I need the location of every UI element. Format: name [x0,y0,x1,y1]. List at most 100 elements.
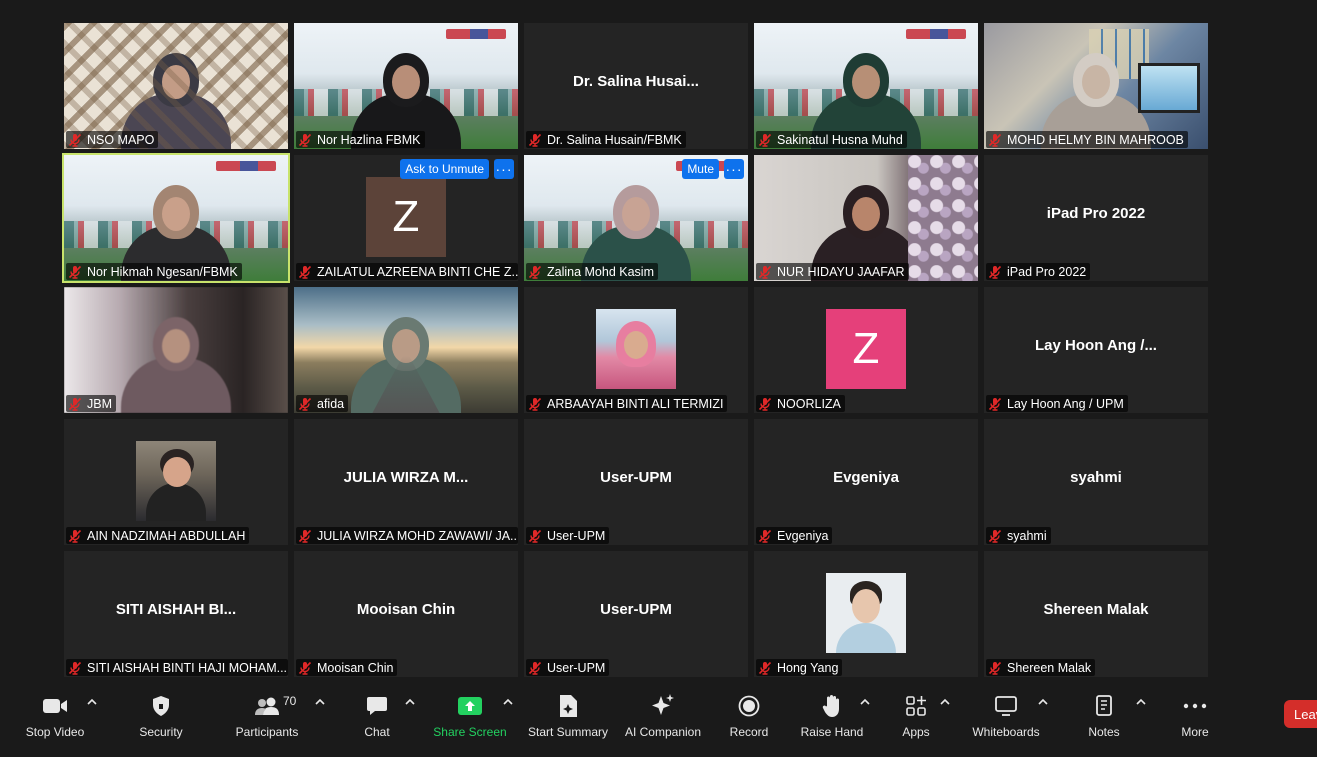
participant-tile[interactable]: Hong Yang [754,551,978,677]
participant-tile[interactable]: Nor Hazlina FBMK [294,23,518,149]
ask-to-unmute-button[interactable]: Ask to Unmute [400,159,489,179]
participant-name-label: Mooisan Chin [296,659,398,676]
chat-button[interactable]: Chat [352,683,402,743]
mic-muted-icon [758,265,772,279]
participants-button[interactable]: Participants [232,683,302,743]
participants-label: Participants [235,725,299,739]
participant-tile[interactable]: iPad Pro 2022 iPad Pro 2022 [984,155,1208,281]
apps-options-chevron-icon[interactable] [939,697,951,707]
participant-name-label: Hong Yang [756,659,843,676]
whiteboards-button[interactable]: Whiteboards [968,683,1044,743]
participant-tile[interactable]: afida [294,287,518,413]
participant-figure [351,317,461,413]
video-options-chevron-icon[interactable] [86,697,98,707]
participant-tile[interactable]: Evgeniya Evgeniya [754,419,978,545]
participant-name-label: syahmi [986,527,1051,544]
hand-icon [822,691,842,721]
participant-name-label: ZAILATUL AZREENA BINTI CHE Z... [296,263,518,280]
participant-tile[interactable]: Mooisan Chin Mooisan Chin [294,551,518,677]
mic-muted-icon [528,661,542,675]
participant-name-label: AIN NADZIMAH ABDULLAH [66,527,250,544]
participant-tile[interactable]: Mute ··· Zalina Mohd Kasim [524,155,748,281]
tile-more-options-button[interactable]: ··· [494,159,514,179]
participant-tile[interactable]: JBM [64,287,288,413]
share-screen-button[interactable]: Share Screen [432,683,508,743]
participant-tile[interactable]: ARBAAYAH BINTI ALI TERMIZI [524,287,748,413]
participant-name: NSO MAPO [87,132,155,147]
mic-muted-icon [68,133,82,147]
mic-muted-icon [528,265,542,279]
mic-muted-icon [988,397,1002,411]
share-options-chevron-icon[interactable] [502,697,514,707]
participant-tile[interactable]: Z Ask to Unmute ··· ZAILATUL AZREENA BINTI … [294,155,518,281]
mic-muted-icon [758,397,772,411]
profile-photo [826,573,906,653]
record-button[interactable]: Record [724,683,774,743]
participant-tile[interactable]: NSO MAPO [64,23,288,149]
participant-tile[interactable]: NUR HIDAYU JAAFAR [754,155,978,281]
mic-muted-icon [298,133,312,147]
participant-display-name: User-UPM [600,601,672,618]
chat-options-chevron-icon[interactable] [404,697,416,707]
avatar: Z [366,177,446,257]
start-summary-button[interactable]: Start Summary [526,683,610,743]
security-button[interactable]: Security [131,683,191,743]
participant-name: User-UPM [547,660,606,675]
participant-tile[interactable]: Nor Hikmah Ngesan/FBMK [62,153,290,283]
participant-name: Lay Hoon Ang / UPM [1007,396,1124,411]
ai-companion-label: AI Companion [624,725,702,739]
participant-display-name: SITI AISHAH BI... [115,601,237,618]
mic-muted-icon [758,661,772,675]
participant-display-name: Dr. Salina Husai... [573,73,699,90]
participant-tile[interactable]: Dr. Salina Husai... Dr. Salina Husain/FBM… [524,23,748,149]
participant-name-label: Nor Hazlina FBMK [296,131,425,148]
participant-tile[interactable]: User-UPM User-UPM [524,551,748,677]
participant-name-label: JBM [66,395,116,412]
tile-more-options-button[interactable]: ··· [724,159,744,179]
raise-hand-button[interactable]: Raise Hand [800,683,864,743]
summary-document-icon [558,691,578,721]
mic-muted-icon [758,529,772,543]
participant-tile[interactable]: Shereen Malak Shereen Malak [984,551,1208,677]
apps-label: Apps [902,725,930,739]
participant-tile[interactable]: Z NOORLIZA [754,287,978,413]
participant-tile[interactable]: Sakinatul Husna Muhd [754,23,978,149]
participant-name-label: NUR HIDAYU JAAFAR [756,263,909,280]
notes-options-chevron-icon[interactable] [1135,697,1147,707]
participant-tile[interactable]: User-UPM User-UPM [524,419,748,545]
participant-tile[interactable]: SITI AISHAH BI... SITI AISHAH BINTI HAJI … [64,551,288,677]
participant-tile[interactable]: Lay Hoon Ang /... Lay Hoon Ang / UPM [984,287,1208,413]
apps-button[interactable]: Apps [896,683,936,743]
ai-companion-button[interactable]: AI Companion [622,683,704,743]
more-dots-icon [1183,691,1207,721]
participant-tile[interactable]: JULIA WIRZA M... JULIA WIRZA MOHD ZAWAWI/… [294,419,518,545]
stop-video-button[interactable]: Stop Video [20,683,90,743]
notes-button[interactable]: Notes [1080,683,1128,743]
mic-muted-icon [528,397,542,411]
participant-name-label: SITI AISHAH BINTI HAJI MOHAM... [66,659,288,676]
whiteboards-options-chevron-icon[interactable] [1037,697,1049,707]
participant-name: Nor Hazlina FBMK [317,132,421,147]
mic-muted-icon [988,133,1002,147]
participant-tile[interactable]: AIN NADZIMAH ABDULLAH [64,419,288,545]
reactions-options-chevron-icon[interactable] [859,697,871,707]
record-label: Record [729,725,769,739]
mic-muted-icon [528,133,542,147]
participant-display-name: iPad Pro 2022 [1046,205,1146,222]
participant-name: Dr. Salina Husain/FBMK [547,132,682,147]
leave-button[interactable]: Leave [1284,700,1317,728]
participant-name: JBM [87,396,112,411]
participant-name: Evgeniya [777,528,829,543]
mic-muted-icon [298,397,312,411]
participant-name-label: iPad Pro 2022 [986,263,1091,280]
participant-name-label: Dr. Salina Husain/FBMK [526,131,686,148]
participant-tile[interactable]: MOHD HELMY BIN MAHROOB [984,23,1208,149]
participant-tile[interactable]: syahmi syahmi [984,419,1208,545]
participants-options-chevron-icon[interactable] [314,697,326,707]
participant-name-label: User-UPM [526,659,610,676]
participant-name: Sakinatul Husna Muhd [777,132,903,147]
mic-muted-icon [68,397,82,411]
more-button[interactable]: More [1172,683,1218,743]
profile-photo [136,441,216,521]
mute-button[interactable]: Mute [682,159,719,179]
